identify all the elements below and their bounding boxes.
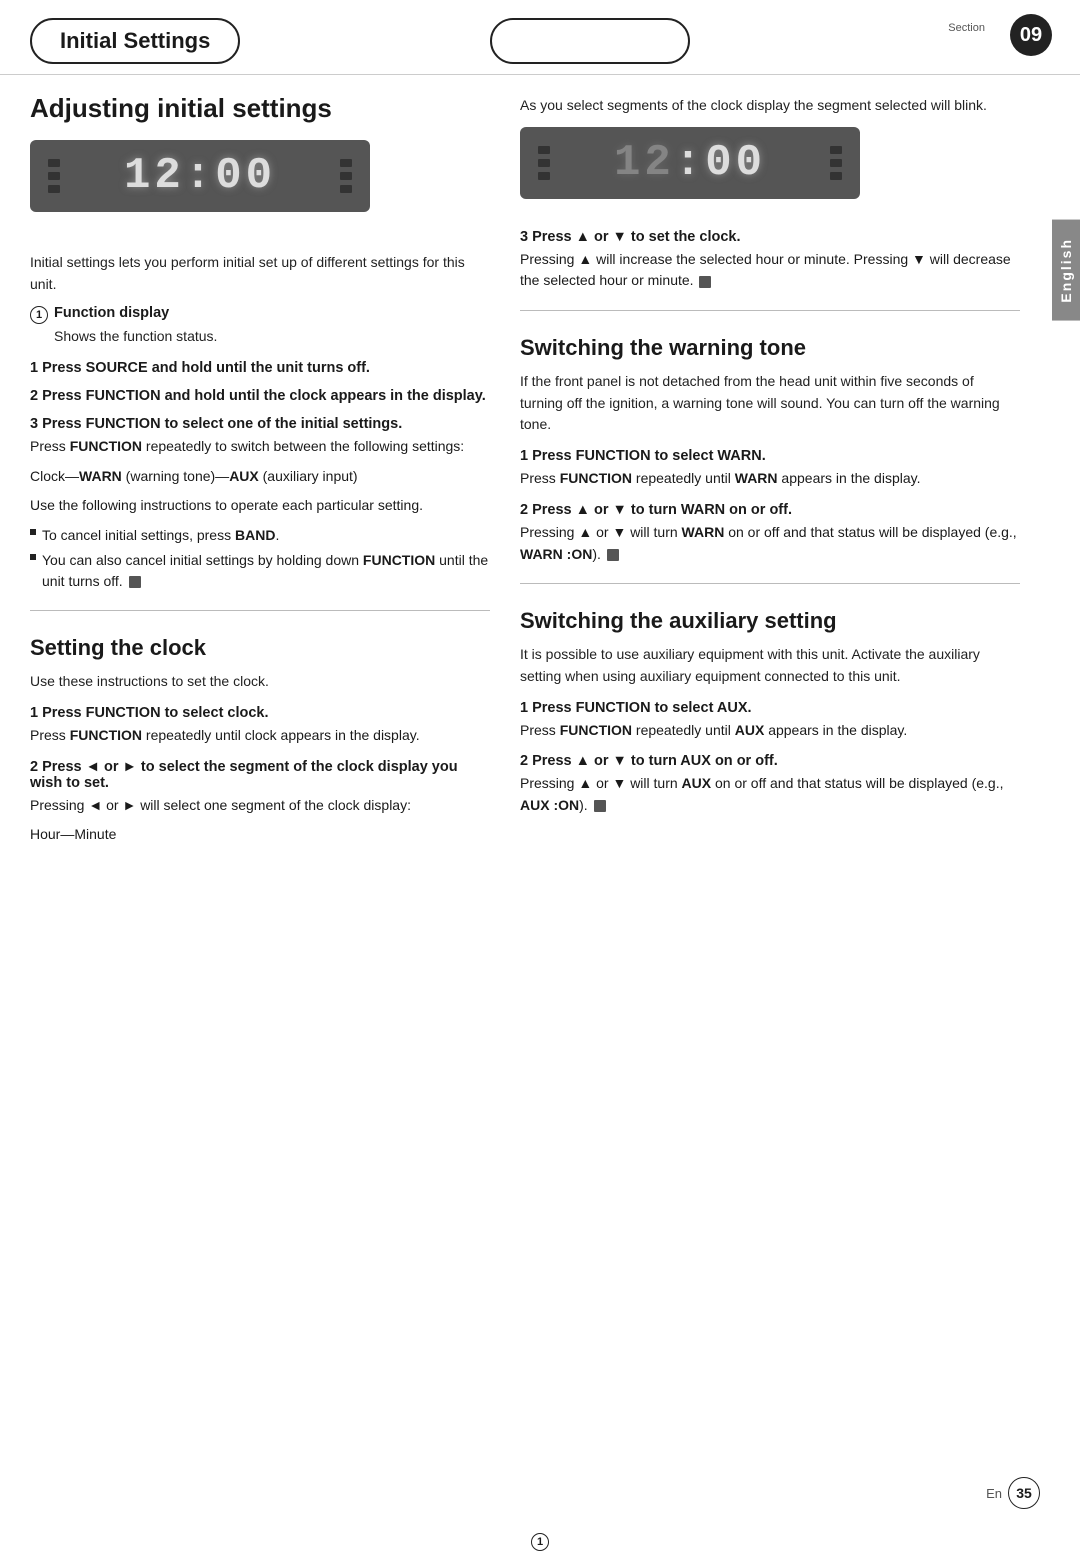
aux-step1-heading: 1 Press FUNCTION to select AUX.: [520, 700, 1020, 716]
clock-step2-body: Pressing ◄ or ► will select one segment …: [30, 795, 490, 817]
step1-heading: 1 Press SOURCE and hold until the unit t…: [30, 360, 490, 376]
stop-icon: [129, 576, 141, 588]
sidebar-language-label: English: [1052, 220, 1080, 321]
bar3: [48, 185, 60, 193]
divider-2: [520, 310, 1020, 311]
warn-step2-body: Pressing ▲ or ▼ will turn WARN on or off…: [520, 522, 1020, 565]
right-bars: [340, 159, 352, 193]
intro-text: Initial settings lets you perform initia…: [30, 252, 490, 295]
bullet-square-2: [30, 554, 36, 560]
step3-heading: 3 Press FUNCTION to select one of the in…: [30, 416, 490, 432]
function-display-desc: Shows the function status.: [54, 326, 490, 348]
divider-1: [30, 610, 490, 611]
footer-page-number: 35: [1008, 1477, 1040, 1509]
right-right-bars: [830, 146, 842, 180]
clock-step3-heading: 3 Press ▲ or ▼ to set the clock.: [520, 229, 1020, 245]
bullet1-text: To cancel initial settings, press BAND.: [42, 525, 279, 546]
page-footer: En 35: [986, 1477, 1040, 1509]
bar11: [830, 159, 842, 167]
bar8: [538, 159, 550, 167]
bar7: [538, 146, 550, 154]
step3-body: Press FUNCTION repeatedly to switch betw…: [30, 436, 490, 458]
clock-time-display: 12:00: [124, 151, 276, 201]
stop-icon-2: [699, 276, 711, 288]
initial-settings-badge: Initial Settings: [30, 18, 240, 64]
clock-step2-list: Hour—Minute: [30, 824, 490, 846]
bullet-square-1: [30, 529, 36, 535]
aux-step2-body: Pressing ▲ or ▼ will turn AUX on or off …: [520, 773, 1020, 816]
clock-blinking-display: 12:00: [614, 138, 766, 188]
bar6: [340, 185, 352, 193]
stop-icon-3: [607, 549, 619, 561]
clock-display: 12:00: [30, 140, 370, 212]
annotation-number: 1: [531, 1533, 549, 1551]
display-annotation: 1: [531, 1533, 549, 1551]
warn-step1-heading: 1 Press FUNCTION to select WARN.: [520, 448, 1020, 464]
section-label: Section: [948, 22, 985, 34]
auxiliary-intro: It is possible to use auxiliary equipmen…: [520, 644, 1020, 687]
bullet1: To cancel initial settings, press BAND.: [30, 525, 490, 546]
bar10: [830, 146, 842, 154]
step2-heading: 2 Press FUNCTION and hold until the cloc…: [30, 388, 490, 404]
clock-step2-heading: 2 Press ◄ or ► to select the segment of …: [30, 759, 490, 791]
header-oval: [490, 18, 690, 64]
warn-step1-body: Press FUNCTION repeatedly until WARN app…: [520, 468, 1020, 490]
bar2: [48, 172, 60, 180]
aux-step2-heading: 2 Press ▲ or ▼ to turn AUX on or off.: [520, 753, 1020, 769]
clock-step3-body: Pressing ▲ will increase the selected ho…: [520, 249, 1020, 292]
stop-icon-4: [594, 800, 606, 812]
step3-body2: Use the following instructions to operat…: [30, 495, 490, 517]
left-column: Adjusting initial settings 12:00: [30, 85, 490, 854]
right-left-bars: [538, 146, 550, 180]
function-display-title: Function display: [54, 305, 169, 321]
bar5: [340, 172, 352, 180]
auxiliary-title: Switching the auxiliary setting: [520, 608, 1020, 634]
warn-step2-heading: 2 Press ▲ or ▼ to turn WARN on or off.: [520, 502, 1020, 518]
blink-hour: 12: [614, 138, 675, 188]
clock-step1-heading: 1 Press FUNCTION to select clock.: [30, 705, 490, 721]
bar4: [340, 159, 352, 167]
left-bars: [48, 159, 60, 193]
setting-clock-title: Setting the clock: [30, 635, 490, 661]
function-display-label: 1 Function display: [30, 305, 490, 324]
display-wrapper: 12:00 1: [30, 140, 490, 212]
circled-1: 1: [30, 306, 48, 324]
bullet2: You can also cancel initial settings by …: [30, 550, 490, 592]
page-container: Initial Settings Section 09 English Adju…: [0, 0, 1080, 1529]
adjusting-title: Adjusting initial settings: [30, 93, 490, 124]
aux-step1-body: Press FUNCTION repeatedly until AUX appe…: [520, 720, 1020, 742]
clock-minutes: 00: [705, 138, 766, 188]
clock-intro: Use these instructions to set the clock.: [30, 671, 490, 693]
header: Initial Settings Section 09: [0, 0, 1080, 75]
divider-3: [520, 583, 1020, 584]
clock-step3-intro: As you select segments of the clock disp…: [520, 95, 1020, 117]
section-number: 09: [1010, 14, 1052, 56]
clock-colon: :: [675, 138, 705, 188]
right-column: As you select segments of the clock disp…: [520, 85, 1050, 854]
bar1: [48, 159, 60, 167]
right-display-wrapper: 12:00: [520, 127, 1020, 199]
warning-tone-intro: If the front panel is not detached from …: [520, 371, 1020, 436]
main-content: Adjusting initial settings 12:00: [0, 85, 1080, 884]
warning-tone-title: Switching the warning tone: [520, 335, 1020, 361]
step3-list: Clock—WARN (warning tone)—AUX (auxiliary…: [30, 466, 490, 488]
clock-display-blinking: 12:00: [520, 127, 860, 199]
footer-en-label: En: [986, 1486, 1002, 1501]
bar12: [830, 172, 842, 180]
bullet2-text: You can also cancel initial settings by …: [42, 550, 490, 592]
bar9: [538, 172, 550, 180]
clock-step1-body: Press FUNCTION repeatedly until clock ap…: [30, 725, 490, 747]
